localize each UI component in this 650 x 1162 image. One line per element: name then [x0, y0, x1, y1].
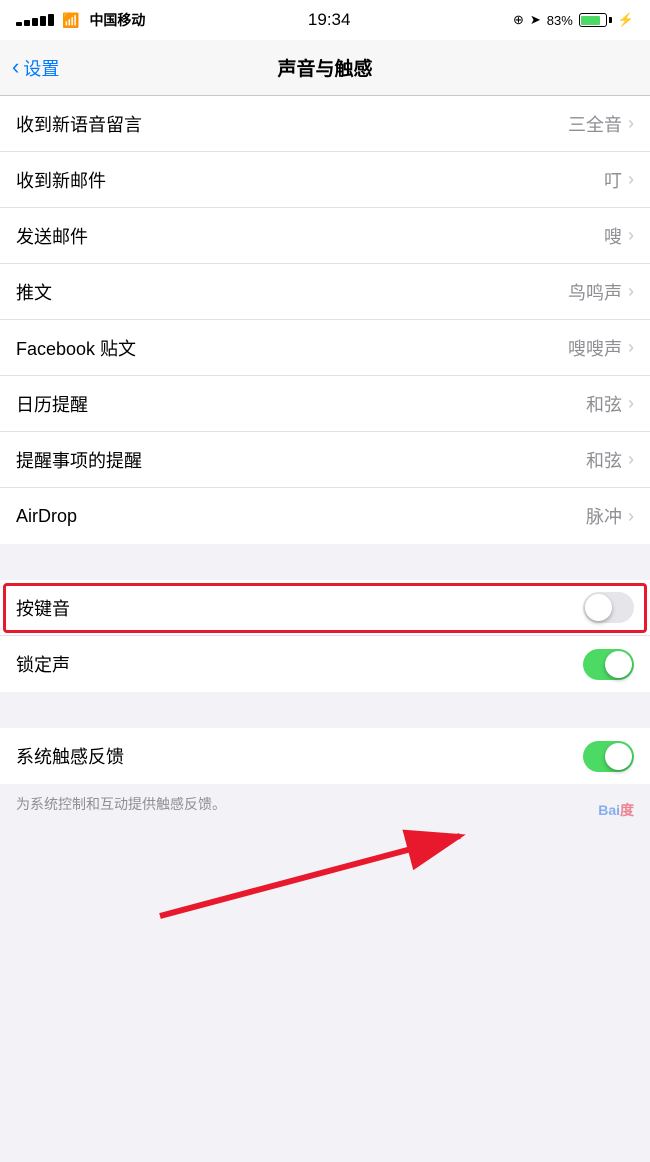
list-item[interactable]: 推文 鸟鸣声 › [0, 264, 650, 320]
gps-arrow-icon: ➤ [530, 12, 541, 28]
section-divider [0, 544, 650, 580]
haptics-toggle[interactable] [583, 741, 634, 772]
location-icon: ⊕ [513, 12, 524, 28]
battery-percent: 83% [547, 13, 573, 28]
chevron-left-icon: ‹ [12, 56, 19, 78]
row-right-facebook: 嗖嗖声 › [568, 335, 634, 361]
haptics-toggle-row[interactable]: 系统触感反馈 [0, 728, 650, 784]
row-right-airdrop: 脉冲 › [586, 503, 634, 529]
status-time: 19:34 [308, 10, 351, 30]
back-button[interactable]: ‹ 设置 [12, 55, 59, 81]
haptics-label: 系统触感反馈 [16, 743, 124, 769]
nav-header: ‹ 设置 声音与触感 [0, 40, 650, 96]
row-value-email: 叮 [604, 167, 622, 193]
row-right-email: 叮 › [604, 167, 634, 193]
toggle-thumb [605, 743, 632, 770]
row-value-sendemail: 嗖 [604, 223, 622, 249]
row-value-facebook: 嗖嗖声 [568, 335, 622, 361]
row-label-tweet: 推文 [16, 279, 52, 305]
arrow-annotation [120, 826, 570, 951]
charging-icon: ⚡ [618, 12, 634, 28]
section-divider-2 [0, 692, 650, 728]
chevron-right-icon: › [628, 449, 634, 470]
haptics-section: 系统触感反馈 [0, 728, 650, 784]
footer-text: 为系统控制和互动提供触感反馈。 [16, 796, 226, 812]
list-item-airdrop[interactable]: AirDrop 脉冲 › [0, 488, 650, 544]
wifi-icon: 📶 [62, 12, 79, 29]
list-item[interactable]: Facebook 贴文 嗖嗖声 › [0, 320, 650, 376]
row-label-voicemail: 收到新语音留言 [16, 111, 142, 137]
battery-indicator [579, 13, 612, 27]
row-right-sendemail: 嗖 › [604, 223, 634, 249]
chevron-right-icon: › [628, 337, 634, 358]
list-item[interactable]: 发送邮件 嗖 › [0, 208, 650, 264]
list-item[interactable]: 提醒事项的提醒 和弦 › [0, 432, 650, 488]
chevron-right-icon: › [628, 225, 634, 246]
status-bar: 📶 中国移动 19:34 ⊕ ➤ 83% ⚡ [0, 0, 650, 40]
row-right-calendar: 和弦 › [586, 391, 634, 417]
lockSound-label: 锁定声 [16, 651, 70, 677]
keysound-row-wrapper: 按键音 [0, 580, 650, 636]
signal-icon [16, 14, 54, 26]
list-item[interactable]: 收到新语音留言 三全音 › [0, 96, 650, 152]
back-label: 设置 [23, 55, 59, 81]
arrow-svg [120, 826, 570, 946]
status-right: ⊕ ➤ 83% ⚡ [513, 12, 634, 28]
carrier-label: 中国移动 [89, 10, 145, 30]
row-value-voicemail: 三全音 [568, 111, 622, 137]
toggle-thumb [585, 594, 612, 621]
row-right-reminder: 和弦 › [586, 447, 634, 473]
row-value-airdrop: 脉冲 [586, 503, 622, 529]
list-item[interactable]: 日历提醒 和弦 › [0, 376, 650, 432]
toggle-section: 按键音 锁定声 [0, 580, 650, 692]
row-value-calendar: 和弦 [586, 391, 622, 417]
page-title: 声音与触感 [277, 54, 372, 81]
footer-section: 为系统控制和互动提供触感反馈。 [0, 784, 650, 830]
lockSound-toggle[interactable] [583, 649, 634, 680]
row-label-airdrop: AirDrop [16, 506, 77, 527]
row-label-facebook: Facebook 贴文 [16, 335, 136, 361]
sounds-section: 收到新语音留言 三全音 › 收到新邮件 叮 › 发送邮件 嗖 › 推文 鸟鸣声 [0, 96, 650, 544]
chevron-right-icon: › [628, 393, 634, 414]
row-label-reminder: 提醒事项的提醒 [16, 447, 142, 473]
chevron-right-icon: › [628, 113, 634, 134]
baidu-watermark: Bai度 [598, 800, 634, 820]
chevron-right-icon: › [628, 281, 634, 302]
content-wrapper: 收到新语音留言 三全音 › 收到新邮件 叮 › 发送邮件 嗖 › 推文 鸟鸣声 [0, 96, 650, 830]
chevron-right-icon: › [628, 169, 634, 190]
row-right-voicemail: 三全音 › [568, 111, 634, 137]
toggle-thumb [605, 651, 632, 678]
lockSound-toggle-row[interactable]: 锁定声 [0, 636, 650, 692]
keysound-toggle-row[interactable]: 按键音 [0, 580, 650, 636]
row-value-tweet: 鸟鸣声 [568, 279, 622, 305]
keysound-toggle[interactable] [583, 592, 634, 623]
keysound-label: 按键音 [16, 595, 70, 621]
row-label-sendemail: 发送邮件 [16, 223, 88, 249]
row-label-calendar: 日历提醒 [16, 391, 88, 417]
row-label-email: 收到新邮件 [16, 167, 106, 193]
status-left: 📶 中国移动 [16, 10, 145, 30]
chevron-right-icon: › [628, 506, 634, 527]
row-value-reminder: 和弦 [586, 447, 622, 473]
list-item[interactable]: 收到新邮件 叮 › [0, 152, 650, 208]
row-right-tweet: 鸟鸣声 › [568, 279, 634, 305]
